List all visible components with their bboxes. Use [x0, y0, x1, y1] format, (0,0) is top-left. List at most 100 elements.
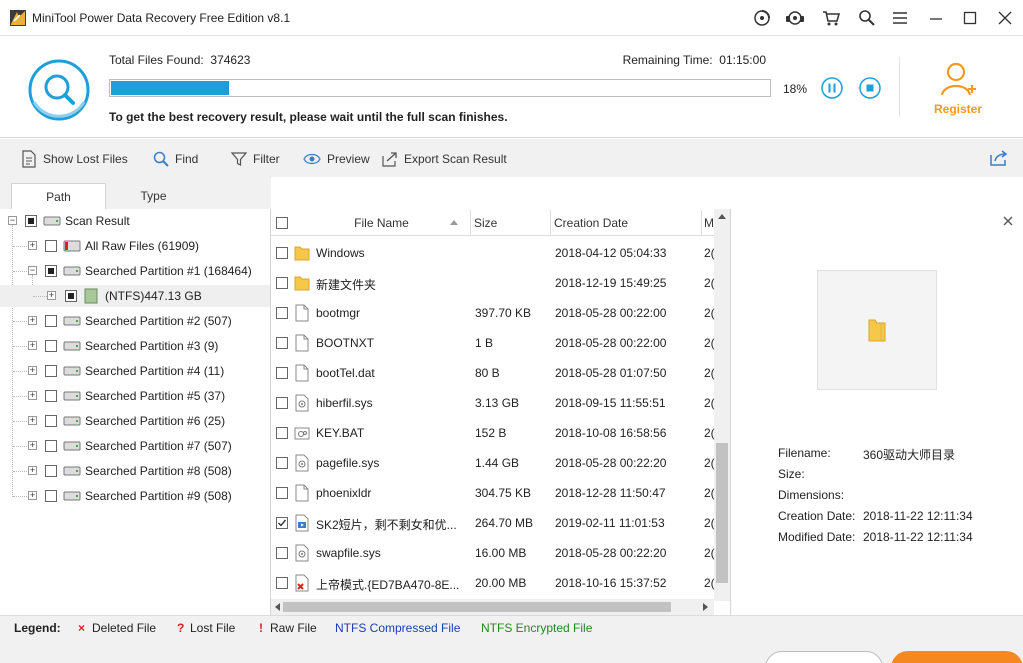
tree-checkbox[interactable] [45, 240, 57, 252]
table-row[interactable]: bootmgr 397.70 KB 2018-05-28 00:22:00 2( [271, 298, 714, 328]
menu-icon[interactable] [890, 8, 910, 28]
tree-checkbox[interactable] [65, 290, 77, 302]
tree-checkbox[interactable] [45, 265, 57, 277]
table-row[interactable]: 新建文件夹 2018-12-19 15:49:25 2( [271, 268, 714, 298]
save-button[interactable] [891, 651, 1023, 663]
table-row[interactable]: Windows 2018-04-12 05:04:33 2( [271, 238, 714, 268]
tree-item-partition-4[interactable]: + Searched Partition #4 (11) [0, 360, 270, 382]
row-checkbox[interactable] [276, 427, 288, 439]
export-scan-result-button[interactable]: Export Scan Result [382, 150, 507, 168]
expand-toggle[interactable]: + [28, 391, 37, 400]
row-checkbox[interactable] [276, 487, 288, 499]
tree-checkbox[interactable] [25, 215, 37, 227]
file-list-horizontal-scrollbar[interactable] [271, 599, 714, 615]
cart-icon[interactable] [821, 8, 841, 28]
stop-button[interactable] [859, 77, 881, 99]
register-button[interactable]: Register [926, 57, 990, 117]
expand-toggle[interactable]: + [47, 291, 56, 300]
find-button[interactable]: Find [153, 150, 198, 168]
vertical-scroll-thumb[interactable] [716, 443, 728, 583]
row-checkbox[interactable] [276, 457, 288, 469]
volume-icon [84, 288, 98, 304]
media-disc-icon[interactable] [752, 8, 772, 28]
tree-item-all-raw-files[interactable]: + All Raw Files (61909) [0, 235, 270, 257]
row-checkbox[interactable] [276, 247, 288, 259]
row-checkbox[interactable] [276, 547, 288, 559]
row-checkbox[interactable] [276, 367, 288, 379]
tree-item-ntfs-volume[interactable]: + (NTFS)447.13 GB [0, 285, 270, 307]
tree-checkbox[interactable] [45, 315, 57, 327]
collapse-toggle[interactable]: − [8, 216, 17, 225]
preview-button[interactable]: Preview [303, 150, 370, 168]
tree-item-partition-3[interactable]: + Searched Partition #3 (9) [0, 335, 270, 357]
column-header-modified[interactable]: M [702, 210, 714, 236]
tree-item-scan-result[interactable]: − Scan Result [0, 210, 270, 232]
row-checkbox[interactable] [276, 517, 288, 529]
expand-toggle[interactable]: + [28, 466, 37, 475]
collapse-toggle[interactable]: − [28, 266, 37, 275]
creation-date-label: Creation Date: [778, 509, 856, 523]
table-row[interactable]: pagefile.sys 1.44 GB 2018-05-28 00:22:20 2( [271, 448, 714, 478]
scan-magnifier-icon [28, 59, 90, 121]
column-header-size[interactable]: Size [471, 210, 551, 236]
tree-checkbox[interactable] [45, 365, 57, 377]
table-row[interactable]: hiberfil.sys 3.13 GB 2018-09-15 11:55:51 2( [271, 388, 714, 418]
tree-checkbox[interactable] [45, 415, 57, 427]
row-checkbox[interactable] [276, 337, 288, 349]
table-row[interactable]: SK2短片，剩不剩女和优... 264.70 MB 2019-02-11 11:01… [271, 508, 714, 538]
table-row[interactable]: swapfile.sys 16.00 MB 2018-05-28 00:22:20 2… [271, 538, 714, 568]
tree-item-partition-8[interactable]: + Searched Partition #8 (508) [0, 460, 270, 482]
tree-checkbox[interactable] [45, 465, 57, 477]
row-checkbox[interactable] [276, 277, 288, 289]
tree-item-partition-1[interactable]: − Searched Partition #1 (168464) [0, 260, 270, 282]
show-lost-files-button[interactable]: Show Lost Files [21, 150, 128, 168]
close-icon[interactable] [995, 8, 1015, 28]
scroll-right-icon[interactable] [703, 602, 709, 612]
pause-button[interactable] [821, 77, 843, 99]
modified-date-cell: 2( [704, 306, 714, 320]
expand-toggle[interactable]: + [28, 316, 37, 325]
file-list-vertical-scrollbar[interactable] [714, 209, 730, 601]
tree-checkbox[interactable] [45, 490, 57, 502]
expand-toggle[interactable]: + [28, 341, 37, 350]
table-row[interactable]: BOOTNXT 1 B 2018-05-28 00:22:00 2( [271, 328, 714, 358]
tree-item-partition-9[interactable]: + Searched Partition #9 (508) [0, 485, 270, 507]
file-icon [295, 304, 309, 322]
row-checkbox[interactable] [276, 307, 288, 319]
tab-path[interactable]: Path [11, 183, 106, 209]
search-icon[interactable] [857, 8, 877, 28]
table-row[interactable]: phoenixldr 304.75 KB 2018-12-28 11:50:47 2( [271, 478, 714, 508]
maximize-icon[interactable] [960, 8, 980, 28]
table-row[interactable]: bootTel.dat 80 B 2018-05-28 01:07:50 2( [271, 358, 714, 388]
tree-item-partition-5[interactable]: + Searched Partition #5 (37) [0, 385, 270, 407]
tree-checkbox[interactable] [45, 340, 57, 352]
row-checkbox[interactable] [276, 577, 288, 589]
expand-toggle[interactable]: + [28, 491, 37, 500]
expand-toggle[interactable]: + [28, 416, 37, 425]
share-icon[interactable] [990, 150, 1008, 166]
table-row[interactable]: KEY.BAT 152 B 2018-10-08 16:58:56 2( [271, 418, 714, 448]
expand-toggle[interactable]: + [28, 441, 37, 450]
column-header-file-name[interactable]: File Name [293, 210, 471, 236]
expand-toggle[interactable]: + [28, 366, 37, 375]
select-all-checkbox[interactable] [276, 217, 288, 229]
tree-item-partition-7[interactable]: + Searched Partition #7 (507) [0, 435, 270, 457]
tree-item-partition-6[interactable]: + Searched Partition #6 (25) [0, 410, 270, 432]
scroll-up-icon[interactable] [717, 213, 727, 219]
tree-checkbox[interactable] [45, 440, 57, 452]
tree-checkbox[interactable] [45, 390, 57, 402]
table-row[interactable]: 上帝模式.{ED7BA470-8E... 20.00 MB 2018-10-16 1… [271, 568, 714, 598]
back-button[interactable] [765, 651, 883, 663]
minimize-icon[interactable] [926, 8, 946, 28]
column-header-creation-date[interactable]: Creation Date [551, 210, 702, 236]
tab-type[interactable]: Type [106, 183, 201, 209]
expand-toggle[interactable]: + [28, 241, 37, 250]
horizontal-scroll-thumb[interactable] [283, 602, 671, 612]
filter-button[interactable]: Filter [231, 150, 280, 168]
support-headset-icon[interactable] [785, 8, 805, 28]
tree-item-partition-2[interactable]: + Searched Partition #2 (507) [0, 310, 270, 332]
creation-date-cell: 2019-02-11 11:01:53 [555, 516, 665, 530]
close-preview-icon[interactable] [1001, 214, 1015, 228]
scroll-left-icon[interactable] [274, 602, 280, 612]
row-checkbox[interactable] [276, 397, 288, 409]
